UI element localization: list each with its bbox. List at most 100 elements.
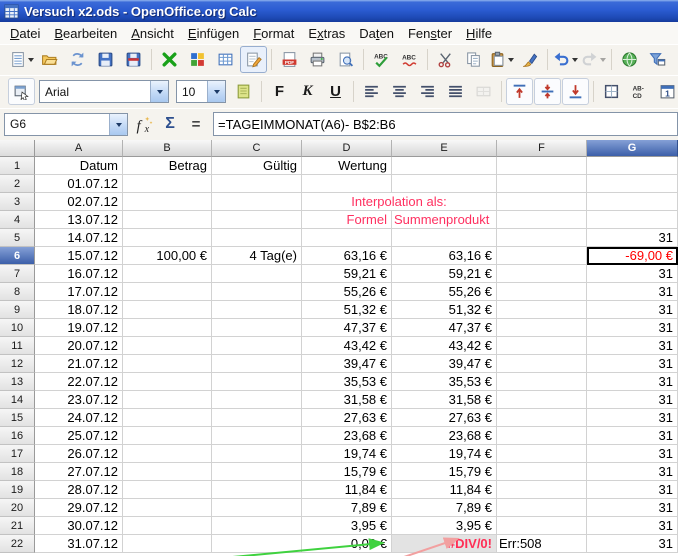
cell-D17[interactable]: 19,74 € [302,445,392,463]
row-header-5[interactable]: 5 [0,229,35,247]
col-header-A[interactable]: A [35,140,123,157]
cell-D15[interactable]: 27,63 € [302,409,392,427]
cell-G18[interactable]: 31 [587,463,678,481]
align-center-button[interactable] [386,78,413,105]
cell-A14[interactable]: 23.07.12 [35,391,123,409]
cell-C11[interactable] [212,337,302,355]
cell-F18[interactable] [497,463,587,481]
align-right-button[interactable] [414,78,441,105]
cell-A5[interactable]: 14.07.12 [35,229,123,247]
cell-D3[interactable]: Interpolation als: [302,193,497,211]
cell-C20[interactable] [212,499,302,517]
cell-G16[interactable]: 31 [587,427,678,445]
cut-button[interactable] [432,46,459,73]
cell-C21[interactable] [212,517,302,535]
cell-D1[interactable]: Wertung [302,157,392,175]
cell-E15[interactable]: 27,63 € [392,409,497,427]
spellcheck-button[interactable]: ABC [368,46,395,73]
cell-E8[interactable]: 55,26 € [392,283,497,301]
cell-D14[interactable]: 31,58 € [302,391,392,409]
cell-D11[interactable]: 43,42 € [302,337,392,355]
row-header-15[interactable]: 15 [0,409,35,427]
function-wizard-button[interactable]: f x [131,111,157,137]
cell-C8[interactable] [212,283,302,301]
cell-B13[interactable] [123,373,212,391]
cell-E11[interactable]: 43,42 € [392,337,497,355]
cell-G3[interactable] [587,193,678,211]
cell-E1[interactable] [392,157,497,175]
col-header-G[interactable]: G [587,140,678,157]
cell-B3[interactable] [123,193,212,211]
cell-C18[interactable] [212,463,302,481]
exit-button[interactable] [156,46,183,73]
cell-G8[interactable]: 31 [587,283,678,301]
cell-C16[interactable] [212,427,302,445]
cell-G17[interactable]: 31 [587,445,678,463]
cell-E12[interactable]: 39,47 € [392,355,497,373]
cell-A10[interactable]: 19.07.12 [35,319,123,337]
cell-A21[interactable]: 30.07.12 [35,517,123,535]
cell-A1[interactable]: Datum [35,157,123,175]
font-name-combo[interactable]: Arial [39,80,169,103]
borders-button[interactable] [598,78,625,105]
cell-B5[interactable] [123,229,212,247]
menu-extras[interactable]: Extras [301,23,352,44]
menu-datei[interactable]: Datei [3,23,47,44]
cell-A12[interactable]: 21.07.12 [35,355,123,373]
cell-E4[interactable]: Summenprodukt [392,211,497,229]
cell-D22[interactable]: 0,00 € [302,535,392,553]
autospellcheck-button[interactable]: ABC [396,46,423,73]
dropdown-caret-icon[interactable] [600,58,606,65]
row-header-19[interactable]: 19 [0,481,35,499]
print-button[interactable] [304,46,331,73]
cell-A16[interactable]: 25.07.12 [35,427,123,445]
align-left-button[interactable] [358,78,385,105]
row-header-16[interactable]: 16 [0,427,35,445]
cell-E20[interactable]: 7,89 € [392,499,497,517]
font-size-combo[interactable]: 10 [176,80,226,103]
cell-A19[interactable]: 28.07.12 [35,481,123,499]
cell-G5[interactable]: 31 [587,229,678,247]
cell-E10[interactable]: 47,37 € [392,319,497,337]
row-header-18[interactable]: 18 [0,463,35,481]
cell-G6[interactable]: -69,00 € [587,247,678,265]
cell-E9[interactable]: 51,32 € [392,301,497,319]
merge-cells-button[interactable] [470,78,497,105]
row-header-8[interactable]: 8 [0,283,35,301]
select-all-corner[interactable] [0,140,35,157]
cell-G10[interactable]: 31 [587,319,678,337]
cell-C2[interactable] [212,175,302,193]
cell-A7[interactable]: 16.07.12 [35,265,123,283]
row-header-20[interactable]: 20 [0,499,35,517]
cell-C13[interactable] [212,373,302,391]
cell-E2[interactable] [392,175,497,193]
cell-B15[interactable] [123,409,212,427]
cell-B12[interactable] [123,355,212,373]
row-header-10[interactable]: 10 [0,319,35,337]
cell-B9[interactable] [123,301,212,319]
formula-input[interactable]: =TAGEIMMONAT(A6)- B$2:B6 [213,112,678,136]
row-header-11[interactable]: 11 [0,337,35,355]
cell-D12[interactable]: 39,47 € [302,355,392,373]
dropdown-caret-icon[interactable] [572,58,578,65]
underline-button[interactable]: U [322,78,349,105]
col-header-D[interactable]: D [302,140,392,157]
cell-D4[interactable]: Formel [302,211,392,229]
cell-G4[interactable] [587,211,678,229]
cell-F17[interactable] [497,445,587,463]
cell-A3[interactable]: 02.07.12 [35,193,123,211]
cell-F6[interactable] [497,247,587,265]
cell-G15[interactable]: 31 [587,409,678,427]
cell-C19[interactable] [212,481,302,499]
cell-B2[interactable] [123,175,212,193]
cell-C14[interactable] [212,391,302,409]
col-header-E[interactable]: E [392,140,497,157]
cell-F19[interactable] [497,481,587,499]
row-header-4[interactable]: 4 [0,211,35,229]
cell-A15[interactable]: 24.07.12 [35,409,123,427]
cell-D9[interactable]: 51,32 € [302,301,392,319]
cell-B7[interactable] [123,265,212,283]
page-preview-button[interactable] [332,46,359,73]
cell-B18[interactable] [123,463,212,481]
autofilter-button[interactable] [644,46,671,73]
